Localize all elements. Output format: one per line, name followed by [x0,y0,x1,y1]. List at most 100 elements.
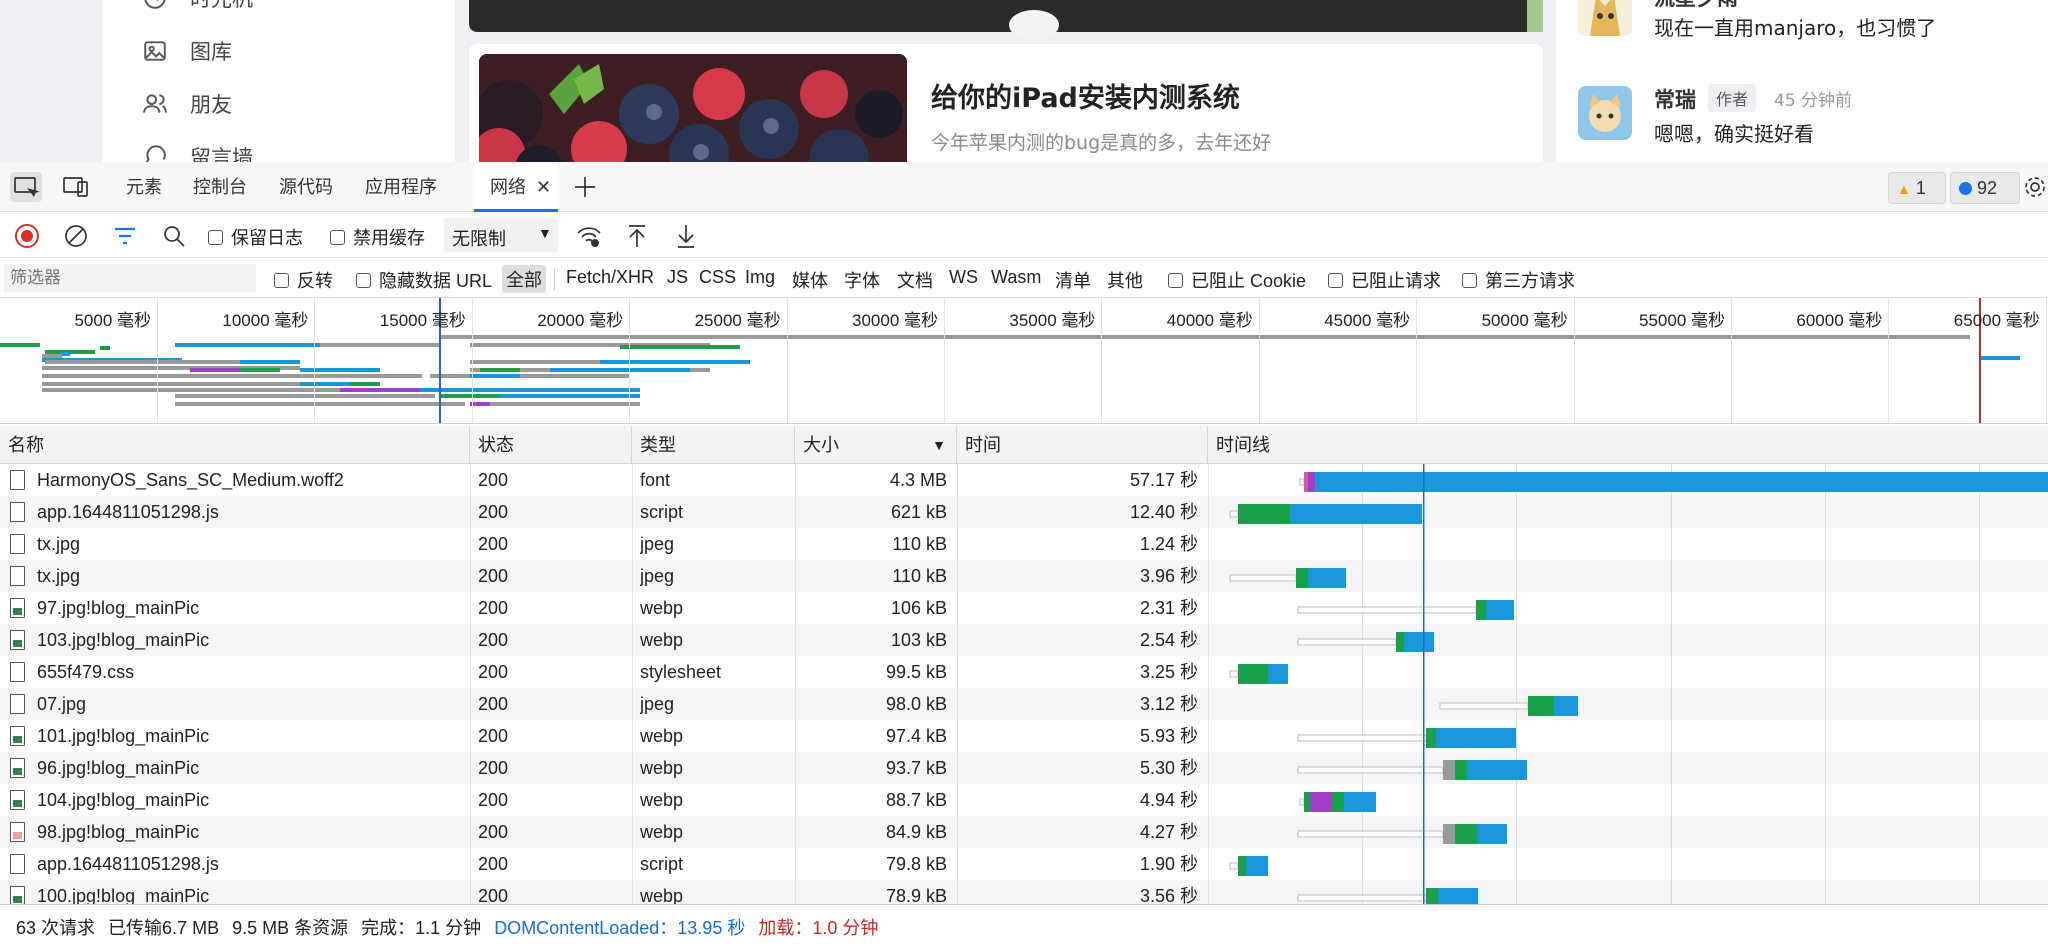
filter-type-fetch[interactable]: Fetch/XHR [566,267,654,288]
request-name[interactable]: 655f479.css [37,662,134,682]
network-conditions-button[interactable] [575,223,603,254]
filter-type-all[interactable]: 全部 [502,265,546,293]
request-name[interactable]: 96.jpg!blog_mainPic [37,758,199,778]
request-name[interactable]: 100.jpg!blog_mainPic [37,886,209,904]
hide-data-urls-checkbox[interactable]: 隐藏数据 URL [356,267,492,293]
record-button[interactable] [14,223,40,254]
tab-console[interactable]: 控制台 [193,162,247,212]
filter-input[interactable] [4,264,256,292]
sidebar-item-guestbook[interactable]: 留言墙 [142,137,253,162]
table-row[interactable]: tx.jpg 200 jpeg 110 kB 1.24 秒 [0,528,2048,560]
request-name[interactable]: 97.jpg!blog_mainPic [37,598,199,618]
avatar[interactable] [1578,86,1632,140]
table-row[interactable]: 07.jpg 200 jpeg 98.0 kB 3.12 秒 [0,688,2048,720]
checkbox-box[interactable] [1462,272,1477,288]
sidebar-item-friends[interactable]: 朋友 [142,84,232,124]
request-name[interactable]: HarmonyOS_Sans_SC_Medium.woff2 [37,470,344,490]
device-toolbar-button[interactable] [60,172,92,202]
gear-icon [2025,177,2045,197]
preserve-log-checkbox[interactable]: 保留日志 [208,224,303,250]
messages-badge[interactable]: 92 [1950,172,2020,204]
column-time[interactable]: 时间 [957,426,1208,464]
request-name[interactable]: 101.jpg!blog_mainPic [37,726,209,746]
filter-type-manifest[interactable]: 清单 [1055,267,1091,293]
column-separator [470,688,471,720]
checkbox-box[interactable] [274,272,289,288]
request-name[interactable]: 103.jpg!blog_mainPic [37,630,209,650]
table-row[interactable]: 103.jpg!blog_mainPic 200 webp 103 kB 2.54 秒 [0,624,2048,656]
filter-type-wasm[interactable]: Wasm [991,267,1041,288]
article-title[interactable]: 给你的iPad安装内测系统 [931,76,1240,115]
table-row[interactable]: 97.jpg!blog_mainPic 200 webp 106 kB 2.31 秒 [0,592,2048,624]
column-type[interactable]: 类型 [632,426,795,464]
table-row[interactable]: 104.jpg!blog_mainPic 200 webp 88.7 kB 4.94 秒 [0,784,2048,816]
request-name[interactable]: 98.jpg!blog_mainPic [37,822,199,842]
close-tab-icon[interactable]: ✕ [536,162,551,212]
table-row[interactable]: app.1644811051298.js 200 script 79.8 kB 1.90… [0,848,2048,880]
search-button[interactable] [161,223,187,254]
third-party-label: 第三方请求 [1485,271,1575,291]
table-row[interactable]: tx.jpg 200 jpeg 110 kB 3.96 秒 [0,560,2048,592]
upload-icon [629,225,645,247]
checkbox-box[interactable] [356,272,371,288]
sidebar-item-gallery[interactable]: 图库 [142,31,232,71]
checkbox-box[interactable] [208,229,223,245]
table-row[interactable]: app.1644811051298.js 200 script 621 kB 12.40… [0,496,2048,528]
sidebar-item-timemachine[interactable]: 时光机 [142,0,253,18]
throttling-select[interactable]: 无限制 ▼ [444,218,558,252]
inspect-element-button[interactable] [10,172,42,202]
filter-type-media[interactable]: 媒体 [792,267,828,293]
overview-tick-label: 10000 毫秒 [222,311,309,330]
column-status[interactable]: 状态 [470,426,632,464]
comment-author[interactable]: 流星夕雨 [1654,0,1738,12]
divider [554,268,555,290]
table-row[interactable]: 96.jpg!blog_mainPic 200 webp 93.7 kB 5.30 秒 [0,752,2048,784]
article-thumbnail[interactable] [479,54,907,162]
checkbox-box[interactable] [1168,272,1183,288]
article-card[interactable]: 给你的iPad安装内测系统 今年苹果内测的bug是真的多，去年还好 [469,44,1543,162]
table-row[interactable]: 655f479.css 200 stylesheet 99.5 kB 3.25 秒 [0,656,2048,688]
table-row[interactable]: 101.jpg!blog_mainPic 200 webp 97.4 kB 5.93 秒 [0,720,2048,752]
filter-type-img[interactable]: Img [745,267,775,288]
request-name[interactable]: app.1644811051298.js [37,854,219,874]
filter-type-js[interactable]: JS [667,267,688,288]
avatar[interactable] [1578,0,1632,36]
column-size[interactable]: 大小 ▼ [795,426,957,464]
import-har-button[interactable] [624,223,650,254]
filter-toggle-button[interactable] [112,223,138,254]
filter-type-font[interactable]: 字体 [844,267,880,293]
export-har-button[interactable] [673,223,699,254]
disable-cache-checkbox[interactable]: 禁用缓存 [330,224,425,250]
table-row[interactable]: HarmonyOS_Sans_SC_Medium.woff2 200 font 4.3… [0,464,2048,496]
request-name[interactable]: 07.jpg [37,694,86,714]
hero-banner[interactable] [469,0,1543,40]
clear-button[interactable] [63,223,89,254]
request-name[interactable]: 104.jpg!blog_mainPic [37,790,209,810]
network-overview[interactable]: 5000 毫秒 10000 毫秒 15000 毫秒 20000 毫秒 25000 毫秒 3… [0,298,2048,424]
third-party-checkbox[interactable]: 第三方请求 [1462,267,1575,293]
filter-type-other[interactable]: 其他 [1107,267,1143,293]
add-tab-button[interactable] [572,174,598,200]
request-name[interactable]: tx.jpg [37,534,80,554]
column-waterfall[interactable]: 时间线 [1208,426,2048,464]
warnings-badge[interactable]: ▲ 1 [1888,172,1946,204]
tab-network[interactable]: 网络 ✕ [474,162,558,212]
blocked-requests-checkbox[interactable]: 已阻止请求 [1328,267,1441,293]
checkbox-box[interactable] [330,229,345,245]
settings-button[interactable] [2022,174,2048,200]
blocked-cookies-checkbox[interactable]: 已阻止 Cookie [1168,267,1306,293]
invert-checkbox[interactable]: 反转 [274,267,333,293]
checkbox-box[interactable] [1328,272,1343,288]
tab-application[interactable]: 应用程序 [365,162,437,212]
table-row[interactable]: 98.jpg!blog_mainPic 200 webp 84.9 kB 4.27 秒 [0,816,2048,848]
table-row[interactable]: 100.jpg!blog_mainPic 200 webp 78.9 kB 3.56 秒 [0,880,2048,904]
filter-type-ws[interactable]: WS [949,267,978,288]
tab-sources[interactable]: 源代码 [279,162,333,212]
filter-type-doc[interactable]: 文档 [897,267,933,293]
comment-author[interactable]: 常瑞 [1654,84,1696,114]
request-name[interactable]: app.1644811051298.js [37,502,219,522]
column-name[interactable]: 名称 [0,426,470,464]
tab-elements[interactable]: 元素 [126,162,162,212]
filter-type-css[interactable]: CSS [699,267,736,288]
request-name[interactable]: tx.jpg [37,566,80,586]
